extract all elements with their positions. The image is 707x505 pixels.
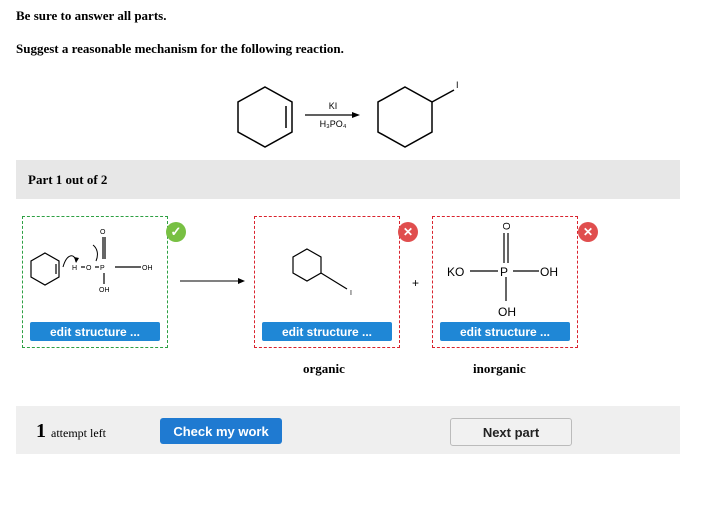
atom-oh-right: OH bbox=[142, 265, 153, 272]
attempts-remaining: 1 attempt left bbox=[36, 420, 106, 443]
attempts-count: 1 bbox=[36, 420, 46, 442]
reagent-ki: KI bbox=[329, 101, 338, 111]
protonation-structure: H O P O OH OH bbox=[30, 229, 153, 294]
incorrect-badge-icon: ✕ bbox=[578, 222, 598, 242]
edit-structure-button-2[interactable]: edit structure ... bbox=[262, 322, 392, 341]
atom-o-bridge: O bbox=[86, 265, 92, 272]
next-part-button[interactable]: Next part bbox=[450, 418, 572, 446]
incorrect-badge-icon: ✕ bbox=[398, 222, 418, 242]
attempts-label: attempt left bbox=[51, 426, 106, 440]
atom-p: P bbox=[100, 265, 105, 272]
cyclohexene-structure bbox=[237, 86, 293, 148]
organic-product-structure: I bbox=[292, 248, 352, 297]
reagent-h3po4: H₃PO₄ bbox=[320, 119, 347, 129]
atom-o-top-3: O bbox=[502, 222, 513, 230]
reaction-scheme: KI H₃PO₄ I bbox=[237, 80, 459, 148]
atom-ko: KO bbox=[447, 265, 464, 279]
footer-bar: 1 attempt left Check my work Next part bbox=[16, 406, 680, 454]
atom-oh-right-3: OH bbox=[540, 265, 558, 279]
mechanism-box-1[interactable]: H O P O OH OH edit structure ... bbox=[22, 216, 168, 348]
iodine-label: I bbox=[456, 80, 459, 90]
atom-o-top: O bbox=[100, 229, 106, 236]
part-label: Part 1 out of 2 bbox=[28, 172, 108, 187]
inorganic-product-structure: KO P O OH OH bbox=[447, 222, 558, 319]
edit-structure-button-1[interactable]: edit structure ... bbox=[30, 322, 160, 341]
atom-h: H bbox=[72, 265, 77, 272]
organic-caption: organic bbox=[303, 361, 345, 376]
atom-oh-bottom: OH bbox=[99, 287, 110, 294]
iodocyclohexane-structure bbox=[377, 86, 455, 148]
part-header: Part 1 out of 2 bbox=[16, 160, 680, 199]
atom-p-3: P bbox=[500, 265, 508, 279]
mechanism-box-3[interactable]: KO P O OH OH edit structure ... bbox=[432, 216, 578, 348]
mechanism-arrow bbox=[180, 278, 245, 284]
edit-structure-button-3[interactable]: edit structure ... bbox=[440, 322, 570, 341]
atom-i: I bbox=[350, 290, 352, 297]
correct-badge-icon: ✓ bbox=[166, 222, 186, 242]
plus-sign: + bbox=[412, 276, 420, 290]
inorganic-caption: inorganic bbox=[473, 361, 526, 376]
check-my-work-button[interactable]: Check my work bbox=[160, 418, 282, 444]
atom-oh-bottom-3: OH bbox=[498, 305, 516, 319]
mechanism-box-2[interactable]: I edit structure ... bbox=[254, 216, 400, 348]
